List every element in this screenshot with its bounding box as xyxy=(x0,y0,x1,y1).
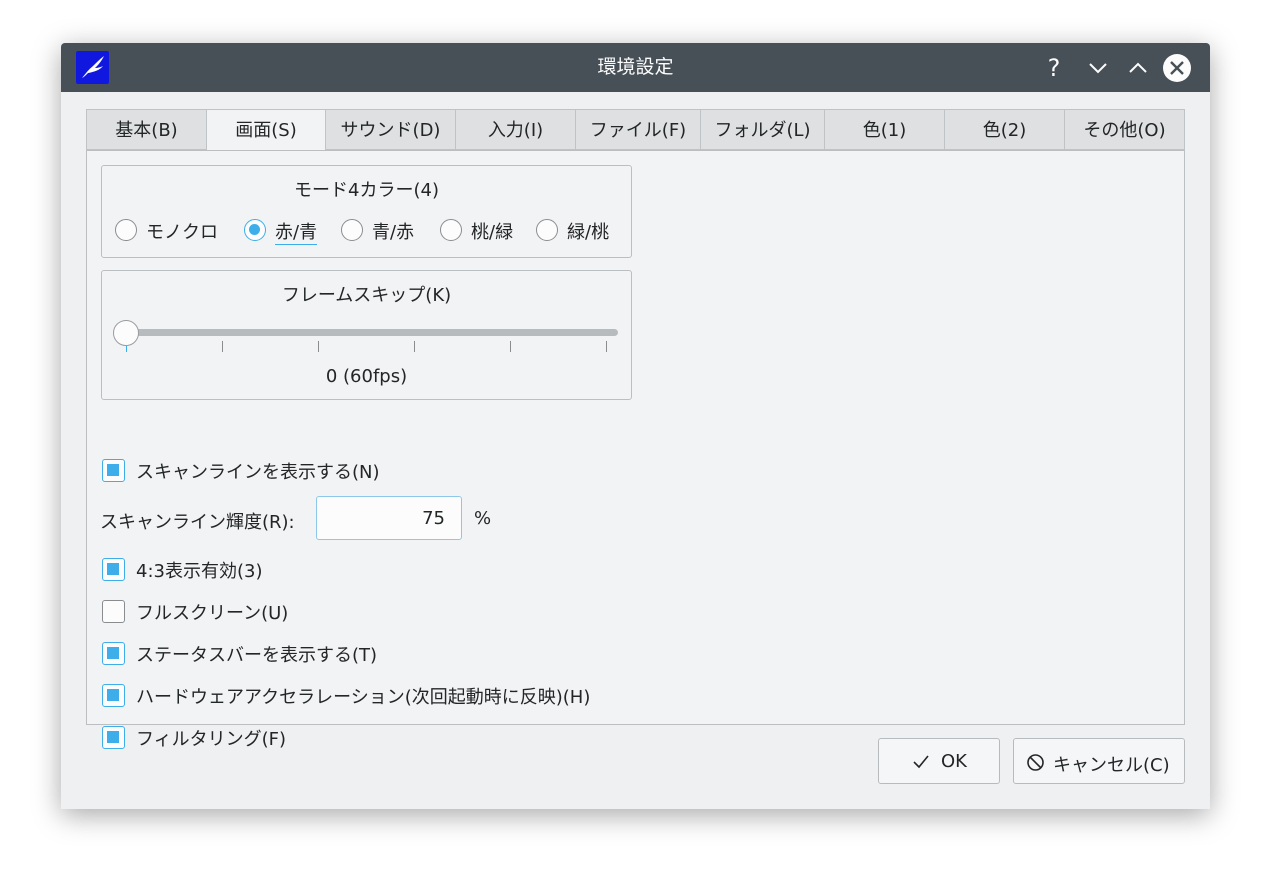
maximize-chevron-up-icon[interactable] xyxy=(1123,53,1153,83)
radio-mono-label: モノクロ xyxy=(146,222,218,243)
frameskip-slider-handle[interactable] xyxy=(113,320,139,346)
minimize-chevron-down-icon[interactable] xyxy=(1083,53,1113,83)
preferences-dialog: 環境設定 ? 基本(B) 画面(S) サウンド(D) 入力(I) ファイル(F)… xyxy=(61,43,1210,809)
hwaccel-label: ハードウェアアクセラレーション(次回起動時に反映)(H) xyxy=(136,687,591,708)
hwaccel-checkbox[interactable] xyxy=(102,684,125,707)
frameskip-group: フレームスキップ(K) 0 (60fps) xyxy=(101,270,632,400)
tab-input[interactable]: 入力(I) xyxy=(455,109,576,150)
close-icon[interactable] xyxy=(1163,54,1191,82)
slider-tick xyxy=(606,341,607,352)
slider-tick xyxy=(510,341,511,352)
window-title: 環境設定 xyxy=(597,56,674,78)
mode-4color-group: モード4カラー(4) モノクロ 赤/青 青/赤 桃/緑 緑/桃 xyxy=(101,165,632,258)
checkmark-icon xyxy=(913,755,929,769)
slider-tick xyxy=(222,341,223,352)
statusbar-checkbox[interactable] xyxy=(102,642,125,665)
radio-green-pink-indicator[interactable] xyxy=(536,219,558,241)
scanline-brightness-label: スキャンライン輝度(R): xyxy=(100,512,295,533)
help-icon[interactable]: ? xyxy=(1039,53,1069,83)
tab-screen[interactable]: 画面(S) xyxy=(206,109,326,152)
scanline-checkbox[interactable] xyxy=(102,459,125,482)
radio-mono-indicator[interactable] xyxy=(115,219,137,241)
aspect43-checkbox[interactable] xyxy=(102,558,125,581)
radio-pink-green-label: 桃/緑 xyxy=(471,222,514,243)
scanline-brightness-input[interactable] xyxy=(316,496,462,540)
ok-button[interactable]: OK xyxy=(878,738,1000,784)
tab-file[interactable]: ファイル(F) xyxy=(575,109,701,150)
radio-pink-green-indicator[interactable] xyxy=(440,219,462,241)
tab-color2[interactable]: 色(2) xyxy=(944,109,1065,150)
radio-red-blue-label: 赤/青 xyxy=(275,218,318,245)
tab-other[interactable]: その他(O) xyxy=(1064,109,1185,150)
percent-unit: % xyxy=(474,508,492,529)
screen-settings-panel: モード4カラー(4) モノクロ 赤/青 青/赤 桃/緑 緑/桃 フレームスキップ… xyxy=(86,150,1185,750)
filtering-checkbox[interactable] xyxy=(102,726,125,749)
radio-blue-red-label: 青/赤 xyxy=(372,222,415,243)
fullscreen-checkbox[interactable] xyxy=(102,600,125,623)
aspect43-label: 4:3表示有効(3) xyxy=(136,561,263,582)
cancel-button[interactable]: キャンセル(C) xyxy=(1013,738,1185,784)
filtering-label: フィルタリング(F) xyxy=(136,729,287,750)
ok-label: OK xyxy=(941,751,967,772)
fullscreen-label: フルスクリーン(U) xyxy=(136,603,289,624)
radio-blue-red-indicator[interactable] xyxy=(341,219,363,241)
mode-4color-title: モード4カラー(4) xyxy=(294,180,439,201)
slider-tick xyxy=(318,341,319,352)
titlebar[interactable]: 環境設定 ? xyxy=(61,43,1210,92)
radio-green-pink-label: 緑/桃 xyxy=(567,222,610,243)
radio-red-blue-indicator[interactable] xyxy=(244,219,266,241)
frameskip-value: 0 (60fps) xyxy=(325,366,408,387)
cancel-icon xyxy=(1027,754,1044,771)
tab-sound[interactable]: サウンド(D) xyxy=(325,109,456,150)
statusbar-label: ステータスバーを表示する(T) xyxy=(136,645,378,666)
scanline-label: スキャンラインを表示する(N) xyxy=(136,462,380,483)
tab-folder[interactable]: フォルダ(L) xyxy=(700,109,825,150)
slider-tick xyxy=(414,341,415,352)
frameskip-title: フレームスキップ(K) xyxy=(281,285,452,306)
cancel-label: キャンセル(C) xyxy=(1053,755,1170,776)
tab-basic[interactable]: 基本(B) xyxy=(86,109,207,150)
frameskip-slider-track[interactable] xyxy=(116,329,618,336)
tab-color1[interactable]: 色(1) xyxy=(824,109,945,150)
